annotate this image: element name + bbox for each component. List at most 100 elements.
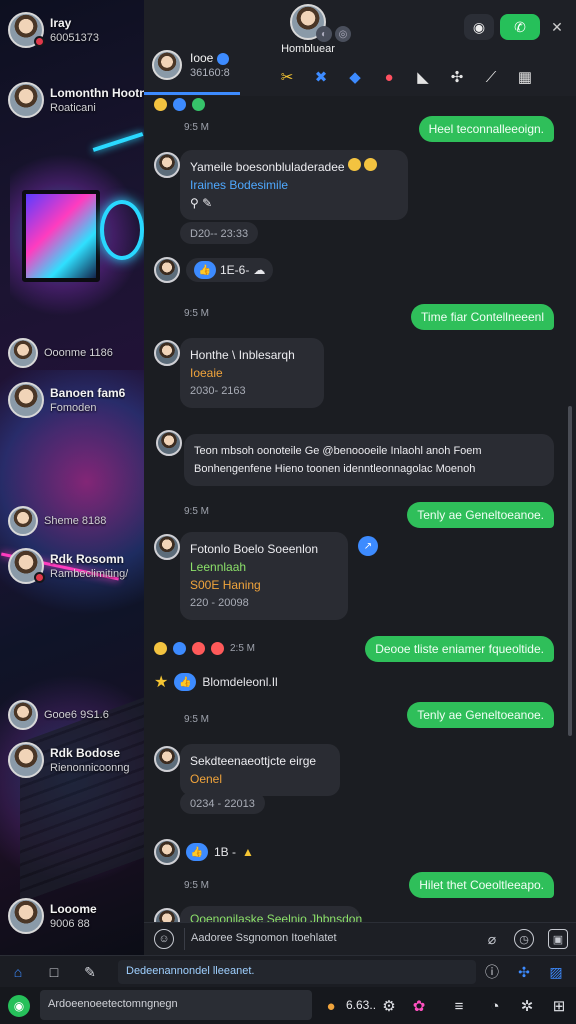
sender-avatar[interactable]	[154, 839, 180, 865]
settings-icon[interactable]: ✲	[516, 995, 538, 1017]
chat-avatar	[152, 50, 182, 80]
avatar	[8, 338, 38, 368]
contact-item[interactable]: Ooonme 1186	[8, 338, 144, 368]
sender-avatar[interactable]	[154, 257, 180, 283]
share-icon[interactable]: ◆	[344, 66, 366, 88]
incoming-message[interactable]: Ooenonilaske Seelnjo Jhbnsdon	[180, 906, 362, 922]
like-icon[interactable]: 👍	[186, 843, 208, 861]
gear-icon[interactable]: ⚙	[378, 995, 400, 1017]
flag-icon[interactable]: ◣	[412, 66, 434, 88]
sender-avatar[interactable]	[154, 746, 180, 772]
pin-icon[interactable]: ✖	[310, 66, 332, 88]
outgoing-message[interactable]: Tenly ae Geneltoeanoe.	[407, 502, 554, 528]
attachment-icons: ⚲ ✎	[190, 196, 213, 210]
record-icon[interactable]: ●	[378, 66, 400, 88]
sender-avatar[interactable]	[156, 430, 182, 456]
reaction-pill[interactable]: 👍 1E-6- ☁	[186, 258, 274, 282]
timestamp: 9:5 M	[184, 880, 210, 891]
contact-item[interactable]: Gooe6 9S1.6	[8, 700, 144, 730]
reaction-strip: 2:5 M	[154, 642, 255, 655]
contact-item[interactable]: Looome 9006 88	[8, 898, 144, 934]
emoji-picker-icon[interactable]: ☺	[154, 929, 174, 949]
share-icon[interactable]: ↗	[358, 536, 378, 556]
grid-icon[interactable]: ⊞	[548, 995, 570, 1017]
incoming-message[interactable]: Yameile boesonbluladeradee Iraines Bodes…	[180, 150, 408, 220]
star-icon: ★	[154, 674, 169, 691]
bell-icon: ▲	[242, 845, 254, 859]
message-text: Yameile boesonbluladeradee	[190, 160, 345, 174]
message-composer: ☺ Aadoree Ssgnomon Itoehlatet ⌀ ◷ ▣	[144, 922, 576, 955]
message-list[interactable]: 9:5 M Heel teconnalleeoign. Yameile boes…	[144, 96, 576, 922]
outgoing-message[interactable]: Time fiar Contellneeenl	[411, 304, 554, 330]
message-footer: D20-- 23:33	[180, 222, 259, 244]
contact-item[interactable]: Sheme 8188	[8, 506, 144, 536]
message-text: Leennlaah	[190, 560, 247, 574]
search-bar[interactable]: Dedeenannondel lleeanet.	[118, 960, 476, 984]
contact-name: Lomonthn Hootnel	[50, 86, 144, 100]
home-icon[interactable]: ⌂	[8, 962, 28, 982]
emoji-icon	[364, 158, 378, 171]
incoming-message[interactable]: Fotonlo Boelo Soeenlon Leennlaah S00E Ha…	[180, 532, 348, 620]
sender-avatar[interactable]	[154, 908, 180, 922]
avatar-icon[interactable]: ●	[320, 995, 342, 1017]
like-icon[interactable]: 👍	[174, 673, 197, 691]
clock-icon[interactable]: ◔	[484, 995, 506, 1017]
tools-icon[interactable]: ✂	[276, 66, 298, 88]
call-button[interactable]: ✆	[500, 14, 540, 40]
incoming-message[interactable]: Teon mbsoh oonoteile Ge @benoooeile Inla…	[184, 434, 554, 486]
avatar	[8, 506, 38, 536]
status-dot	[34, 36, 45, 47]
message-time: 0234 - 22013	[190, 798, 255, 810]
pen-icon[interactable]: ✎	[80, 962, 100, 982]
incoming-message[interactable]: Sekdteenaeottjcte eirge Oenel	[180, 744, 340, 796]
outgoing-message[interactable]: Deooe tliste eniamer fqueoltide.	[365, 636, 554, 662]
contact-item[interactable]: Banoen fam6 Fomoden	[8, 382, 144, 418]
more-icon[interactable]: ▦	[514, 66, 536, 88]
message-time: 2030- 2163	[190, 385, 246, 397]
contact-name: Sheme 8188	[44, 515, 107, 527]
sender-avatar[interactable]	[154, 340, 180, 366]
message-text: S00E Haning	[190, 578, 261, 592]
dock-input[interactable]: Ardoeenoeetectomngnegn	[40, 990, 312, 1020]
link-icon[interactable]: ⟋	[480, 66, 502, 88]
emoji-icon	[192, 98, 205, 111]
scrollbar[interactable]	[568, 406, 572, 736]
sender-avatar[interactable]	[154, 534, 180, 560]
my-profile[interactable]: Iray 60051373	[8, 12, 144, 48]
contact-name: Gooe6 9S1.6	[44, 709, 109, 721]
close-icon[interactable]: ✕	[544, 14, 570, 40]
square-icon[interactable]: □	[44, 962, 64, 982]
outgoing-message[interactable]: Tenly ae Geneltoeanoe.	[407, 702, 554, 728]
menu-icon[interactable]: ≡	[448, 995, 470, 1017]
camera-button[interactable]: ◉	[464, 14, 494, 40]
gallery-icon[interactable]: ▨	[546, 962, 566, 982]
contact-item[interactable]: Lomonthn Hootnel Roaticani	[8, 82, 144, 118]
outgoing-message[interactable]: Heel teconnalleeoign.	[418, 116, 554, 142]
image-icon[interactable]: ▣	[548, 929, 568, 949]
system-taskbar: ⌂ □ ✎ Dedeenannondel lleeanet. ⓘ ✣ ▨	[0, 955, 576, 987]
chat-members: 36160:8	[190, 67, 230, 79]
info-icon[interactable]: ⓘ	[482, 962, 502, 982]
attach-icon[interactable]: ⌀	[482, 929, 502, 949]
flower-icon[interactable]: ✿	[408, 995, 430, 1017]
emoji-icon	[154, 98, 167, 111]
contact-item[interactable]: Rdk Bodose Rienonnicoonng	[8, 742, 144, 778]
group-info[interactable]: Hombluear ◐ ◎	[268, 4, 351, 55]
reaction-count: 1E-6-	[220, 263, 250, 277]
timestamp: 9:5 M	[184, 122, 210, 133]
mute-icon[interactable]: ◐	[316, 26, 332, 42]
globe-icon[interactable]: ◎	[335, 26, 351, 42]
gamepad-icon[interactable]: ✣	[514, 962, 534, 982]
contact-item[interactable]: Rdk Rosomn Rambeclimiting/	[8, 548, 144, 584]
outgoing-message[interactable]: Hilet thet Coeoltleeapo.	[409, 872, 554, 898]
go-button[interactable]: ◉	[8, 995, 30, 1017]
reaction-row: ★ 👍 Blomdeleonl.Il	[154, 672, 278, 692]
chat-header[interactable]: Iooe 36160:8	[152, 50, 230, 80]
message-input[interactable]: Aadoree Ssgnomon Itoehlatet	[184, 928, 474, 950]
clock-icon[interactable]: ◷	[514, 929, 534, 949]
wallpaper-ring	[100, 200, 144, 260]
incoming-message[interactable]: Honthe \ Inblesarqh Ioeaie 2030- 2163	[180, 338, 324, 408]
sender-avatar[interactable]	[154, 152, 180, 178]
message-text: Iraines Bodesimile	[190, 178, 289, 192]
gamepad-icon[interactable]: ✣	[446, 66, 468, 88]
